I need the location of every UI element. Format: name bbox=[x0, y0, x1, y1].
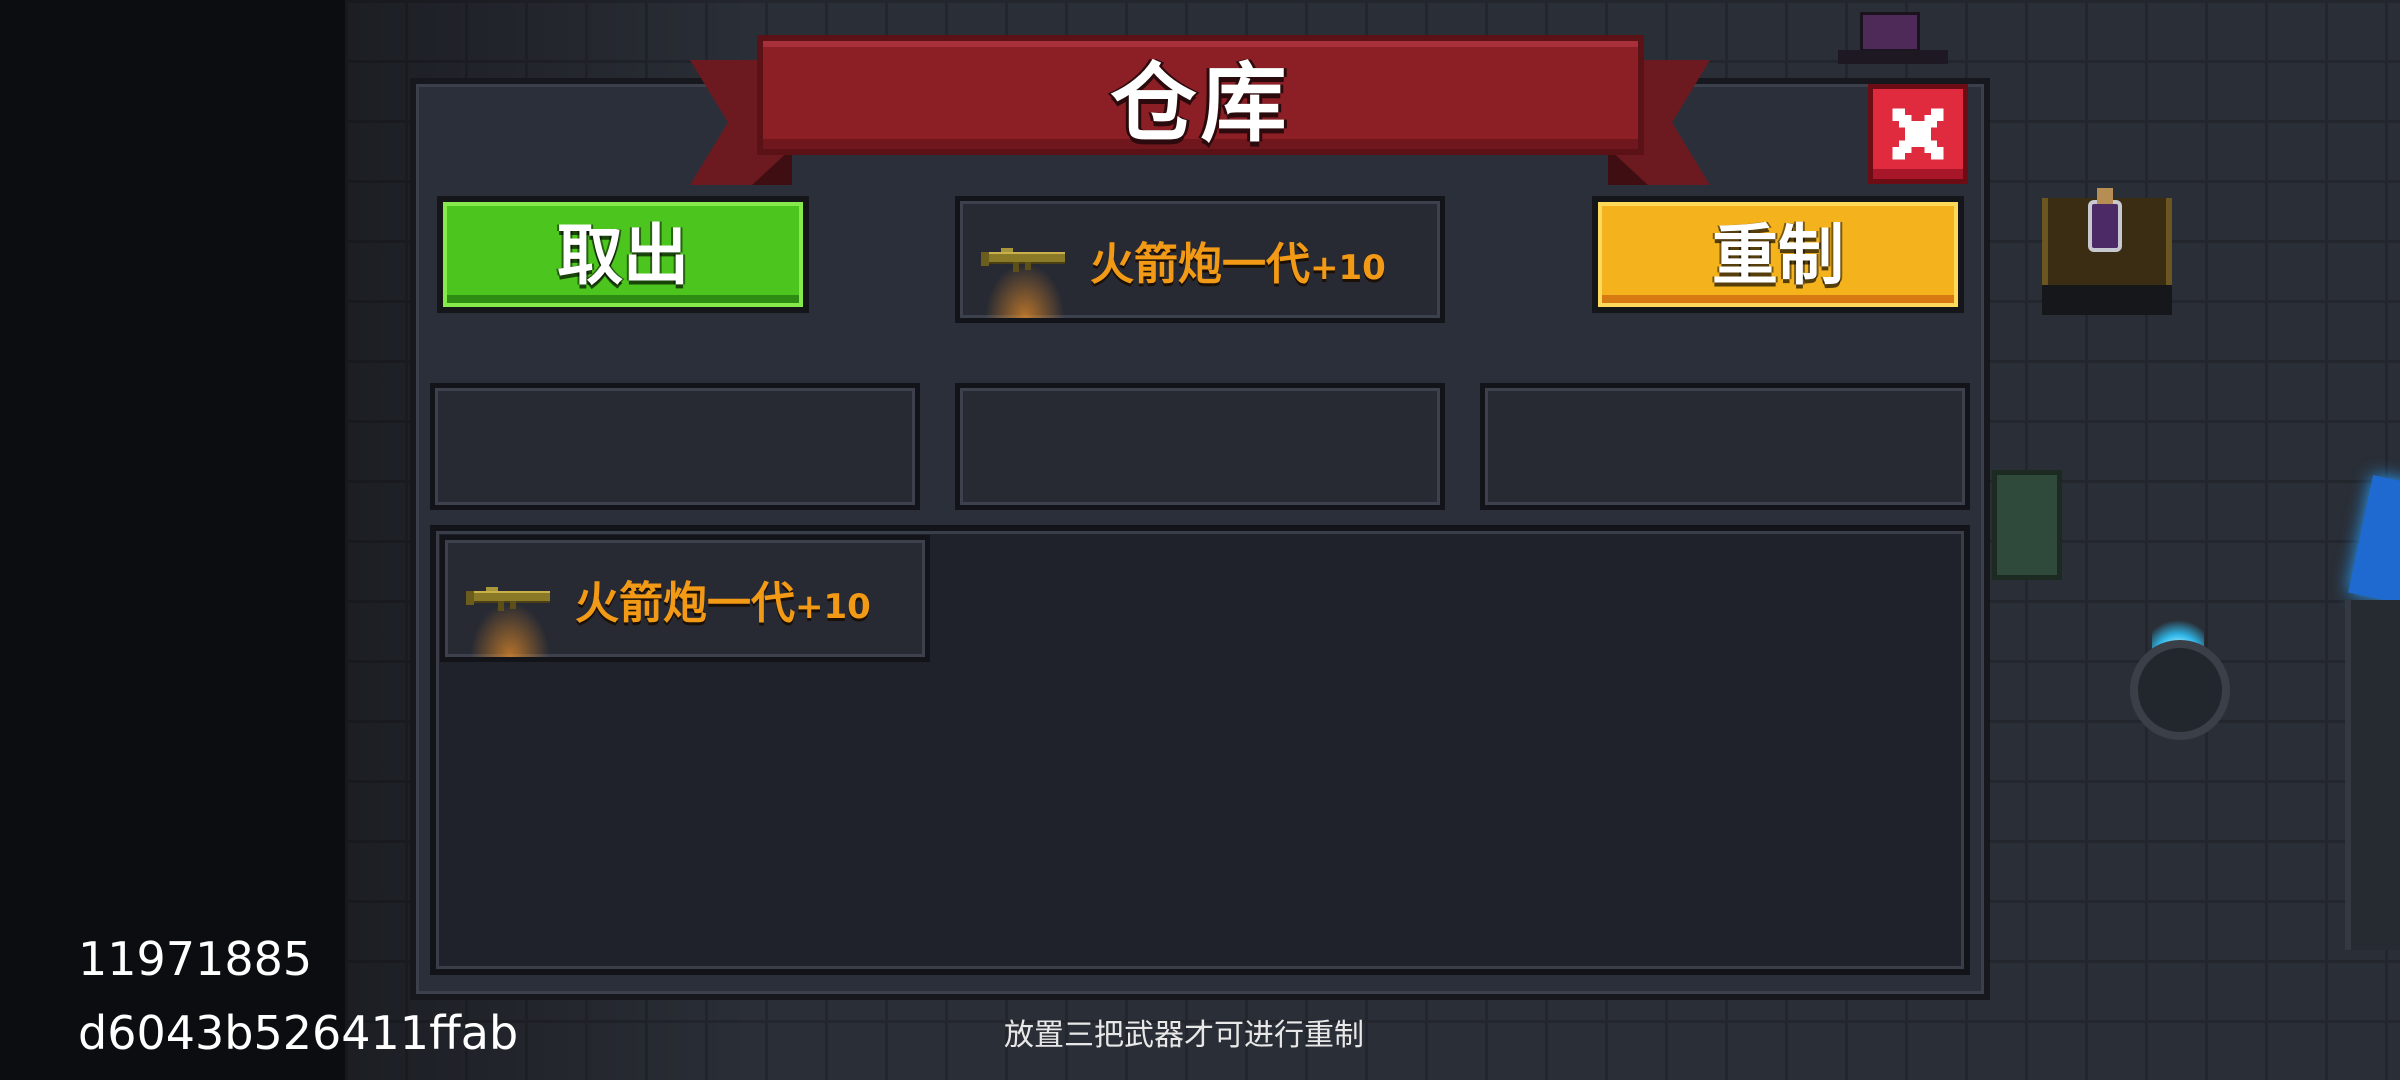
reforge-hint: 放置三把武器才可进行重制 bbox=[1004, 1018, 1364, 1053]
potion-icon bbox=[2088, 200, 2122, 252]
reforge-slot-2[interactable] bbox=[955, 383, 1445, 510]
overlay-id-line-1: 11971885 bbox=[78, 932, 313, 986]
close-button[interactable] bbox=[1868, 84, 1968, 184]
reforge-slot-1[interactable] bbox=[430, 383, 920, 510]
inventory-item[interactable]: 火箭炮一代+10 bbox=[440, 535, 930, 662]
potion-cap bbox=[2097, 188, 2113, 204]
selected-weapon-slot[interactable]: 火箭炮一代+10 bbox=[955, 196, 1445, 323]
selected-weapon-icon-wrap bbox=[960, 201, 1090, 318]
reforge-button[interactable]: 重制 bbox=[1592, 196, 1964, 313]
reforge-label: 重制 bbox=[1712, 216, 1844, 294]
torch-pillar bbox=[2130, 640, 2230, 740]
inventory-item-name-text: 火箭炮一代 bbox=[575, 577, 795, 629]
inventory-item-level: +10 bbox=[795, 586, 871, 627]
selected-weapon-name: 火箭炮一代+10 bbox=[1090, 228, 1386, 292]
page-title: 仓库 bbox=[1110, 53, 1291, 154]
take-out-label: 取出 bbox=[557, 216, 689, 294]
left-void bbox=[0, 0, 345, 1080]
selected-weapon-level: +10 bbox=[1310, 247, 1386, 288]
rocket-launcher-icon bbox=[466, 586, 550, 611]
npc-hat bbox=[1860, 12, 1920, 52]
potion-shelf-base bbox=[2042, 285, 2172, 315]
title-banner: 仓库 bbox=[757, 35, 1644, 155]
close-icon bbox=[1892, 108, 1944, 160]
npc-hat-brim bbox=[1838, 50, 1948, 64]
rocket-launcher-icon bbox=[981, 247, 1065, 272]
take-out-button[interactable]: 取出 bbox=[437, 196, 809, 313]
reforge-slot-3[interactable] bbox=[1480, 383, 1970, 510]
inventory-item-icon-wrap bbox=[445, 540, 575, 657]
stone-arch bbox=[2345, 600, 2400, 950]
crate bbox=[1992, 470, 2062, 580]
selected-weapon-name-text: 火箭炮一代 bbox=[1090, 238, 1310, 290]
overlay-id-line-2: d6043b526411ffab bbox=[78, 1006, 519, 1060]
inventory-item-name: 火箭炮一代+10 bbox=[575, 567, 871, 631]
